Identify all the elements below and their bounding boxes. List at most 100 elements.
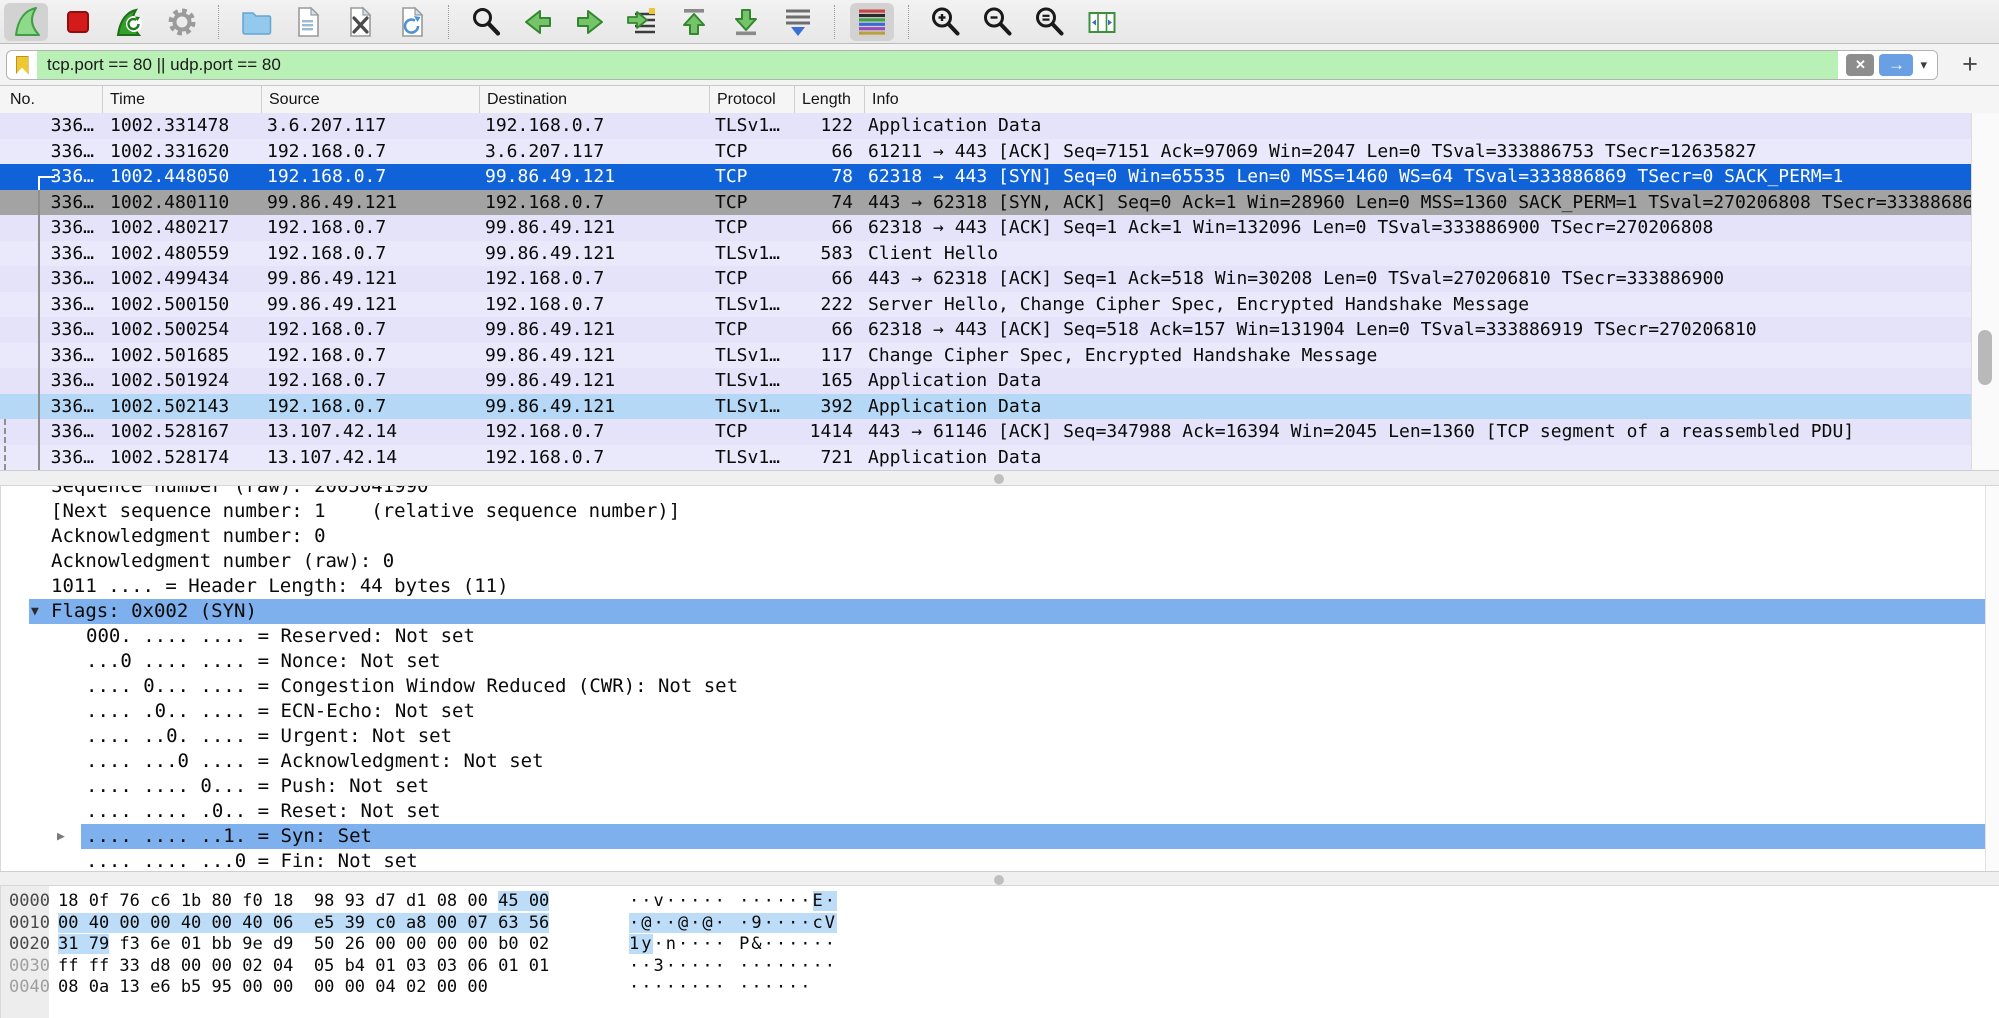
col-destination: 99.86.49.121 xyxy=(480,317,710,343)
packet-row[interactable]: 336…1002.480217192.168.0.799.86.49.121TC… xyxy=(0,215,1999,241)
column-header-time[interactable]: Time xyxy=(103,86,262,113)
column-header-length[interactable]: Length xyxy=(795,86,865,113)
find-packet-button[interactable] xyxy=(464,3,508,41)
detail-text: .... .... ..1. = Syn: Set xyxy=(86,824,372,849)
hex-ascii: ·@··@·@· ·9····cV xyxy=(629,913,837,935)
zoom-in-button[interactable] xyxy=(924,3,968,41)
col-time: 1002.480110 xyxy=(103,190,262,216)
open-file-button[interactable] xyxy=(234,3,278,41)
detail-line[interactable]: .... 0... .... = Congestion Window Reduc… xyxy=(1,674,1999,699)
col-source: 99.86.49.121 xyxy=(262,292,480,318)
detail-line[interactable]: 000. .... .... = Reserved: Not set xyxy=(1,624,1999,649)
last-packet-button[interactable] xyxy=(724,3,768,41)
detail-line[interactable]: Acknowledgment number (raw): 0 xyxy=(1,549,1999,574)
close-file-button[interactable] xyxy=(338,3,382,41)
col-length: 117 xyxy=(795,343,865,369)
col-no: 336… xyxy=(0,139,103,165)
col-length: 392 xyxy=(795,394,865,420)
splitter-handle[interactable] xyxy=(994,875,1004,885)
hex-row[interactable]: 001000 40 00 00 40 00 40 06 e5 39 c0 a8 … xyxy=(1,913,1999,935)
packet-list-scrollbar[interactable] xyxy=(1971,113,1999,470)
detail-line[interactable]: .... .0.. .... = ECN-Echo: Not set xyxy=(1,699,1999,724)
column-header-protocol[interactable]: Protocol xyxy=(710,86,795,113)
packet-row[interactable]: 336…1002.52816713.107.42.14192.168.0.7TC… xyxy=(0,419,1999,445)
previous-packet-button[interactable] xyxy=(516,3,560,41)
col-protocol: TCP xyxy=(710,164,795,190)
col-protocol: TLSv1… xyxy=(710,343,795,369)
first-packet-button[interactable] xyxy=(672,3,716,41)
packet-row[interactable]: 336…1002.3314783.6.207.117192.168.0.7TLS… xyxy=(0,113,1999,139)
column-header-destination[interactable]: Destination xyxy=(480,86,710,113)
hex-row[interactable]: 0030ff ff 33 d8 00 00 02 04 05 b4 01 03 … xyxy=(1,956,1999,978)
detail-line[interactable]: 1011 .... = Header Length: 44 bytes (11) xyxy=(1,574,1999,599)
packet-row[interactable]: 336…1002.480559192.168.0.799.86.49.121TL… xyxy=(0,241,1999,267)
zoom-reset-button[interactable] xyxy=(1028,3,1072,41)
display-filter-input[interactable] xyxy=(37,51,1838,79)
colorize-button[interactable] xyxy=(850,3,894,41)
hex-row[interactable]: 004008 0a 13 e6 b5 95 00 00 00 00 04 02 … xyxy=(1,977,1999,999)
detail-text: 000. .... .... = Reserved: Not set xyxy=(86,624,475,649)
packet-row[interactable]: 336…1002.448050192.168.0.799.86.49.121TC… xyxy=(0,164,1999,190)
packet-row[interactable]: 336…1002.500254192.168.0.799.86.49.121TC… xyxy=(0,317,1999,343)
packet-row[interactable]: 336…1002.502143192.168.0.799.86.49.121TL… xyxy=(0,394,1999,420)
detail-line[interactable]: Sequence number (raw): 2005041990 xyxy=(1,486,1999,499)
first-packet-icon xyxy=(677,5,711,39)
restart-capture-button[interactable] xyxy=(108,3,152,41)
collapse-arrow-icon[interactable]: ▼ xyxy=(31,599,39,624)
packet-row[interactable]: 336…1002.52817413.107.42.14192.168.0.7TL… xyxy=(0,445,1999,471)
clear-filter-button[interactable]: ✕ xyxy=(1846,54,1874,76)
next-packet-button[interactable] xyxy=(568,3,612,41)
go-to-packet-button[interactable] xyxy=(620,3,664,41)
col-destination: 192.168.0.7 xyxy=(480,190,710,216)
apply-filter-button[interactable]: → xyxy=(1879,54,1913,76)
reload-file-button[interactable] xyxy=(390,3,434,41)
detail-scrollbar-gutter[interactable] xyxy=(1985,486,1999,871)
detail-line[interactable]: ▶ .... .... ..1. = Syn: Set xyxy=(1,824,1999,849)
detail-line[interactable]: ▼Flags: 0x002 (SYN) xyxy=(1,599,1999,624)
detail-line[interactable]: .... ...0 .... = Acknowledgment: Not set xyxy=(1,749,1999,774)
pane-splitter-top[interactable] xyxy=(0,470,1999,486)
col-protocol: TCP xyxy=(710,317,795,343)
detail-line[interactable]: [Next sequence number: 1 (relative seque… xyxy=(1,499,1999,524)
start-capture-button[interactable] xyxy=(4,3,48,41)
column-header-info[interactable]: Info xyxy=(865,86,1999,113)
add-filter-button[interactable]: + xyxy=(1955,46,1985,82)
splitter-handle[interactable] xyxy=(994,474,1004,484)
capture-options-button[interactable] xyxy=(160,3,204,41)
packet-row[interactable]: 336…1002.331620192.168.0.73.6.207.117TCP… xyxy=(0,139,1999,165)
detail-line[interactable]: Acknowledgment number: 0 xyxy=(1,524,1999,549)
hex-ascii-highlighted: 1y xyxy=(629,934,653,954)
filter-bookmark-icon[interactable] xyxy=(7,56,37,75)
filter-history-chevron-icon[interactable]: ▾ xyxy=(1918,57,1929,73)
hex-row[interactable]: 002031 79 f3 6e 01 bb 9e d9 50 26 00 00 … xyxy=(1,934,1999,956)
save-file-button[interactable] xyxy=(286,3,330,41)
expand-arrow-icon[interactable]: ▶ xyxy=(57,824,65,849)
col-source: 13.107.42.14 xyxy=(262,419,480,445)
scrollbar-thumb[interactable] xyxy=(1978,330,1992,385)
detail-line[interactable]: .... ..0. .... = Urgent: Not set xyxy=(1,724,1999,749)
display-filter-field[interactable]: ✕ → ▾ xyxy=(6,50,1938,80)
detail-line[interactable]: ...0 .... .... = Nonce: Not set xyxy=(1,649,1999,674)
detail-text: .... ..0. .... = Urgent: Not set xyxy=(86,724,452,749)
packet-row[interactable]: 336…1002.49943499.86.49.121192.168.0.7TC… xyxy=(0,266,1999,292)
column-header-no[interactable]: No. xyxy=(0,86,103,113)
detail-line[interactable]: .... .... 0... = Push: Not set xyxy=(1,774,1999,799)
pane-splitter-bottom[interactable] xyxy=(0,871,1999,886)
auto-scroll-button[interactable] xyxy=(776,3,820,41)
zoom-out-button[interactable] xyxy=(976,3,1020,41)
start-capture-icon xyxy=(9,5,43,39)
column-header-source[interactable]: Source xyxy=(262,86,480,113)
detail-line[interactable]: .... .... .0.. = Reset: Not set xyxy=(1,799,1999,824)
col-time: 1002.501685 xyxy=(103,343,262,369)
packet-row[interactable]: 336…1002.50015099.86.49.121192.168.0.7TL… xyxy=(0,292,1999,318)
col-no: 336… xyxy=(0,419,103,445)
col-info: Server Hello, Change Cipher Spec, Encryp… xyxy=(865,292,1999,318)
hex-row[interactable]: 000018 0f 76 c6 1b 80 f0 18 98 93 d7 d1 … xyxy=(1,891,1999,913)
col-info: Change Cipher Spec, Encrypted Handshake … xyxy=(865,343,1999,369)
resize-columns-button[interactable] xyxy=(1080,3,1124,41)
packet-row[interactable]: 336…1002.48011099.86.49.121192.168.0.7TC… xyxy=(0,190,1999,216)
packet-row[interactable]: 336…1002.501685192.168.0.799.86.49.121TL… xyxy=(0,343,1999,369)
stop-capture-button[interactable] xyxy=(56,3,100,41)
packet-row[interactable]: 336…1002.501924192.168.0.799.86.49.121TL… xyxy=(0,368,1999,394)
detail-line[interactable]: .... .... ...0 = Fin: Not set xyxy=(1,849,1999,871)
